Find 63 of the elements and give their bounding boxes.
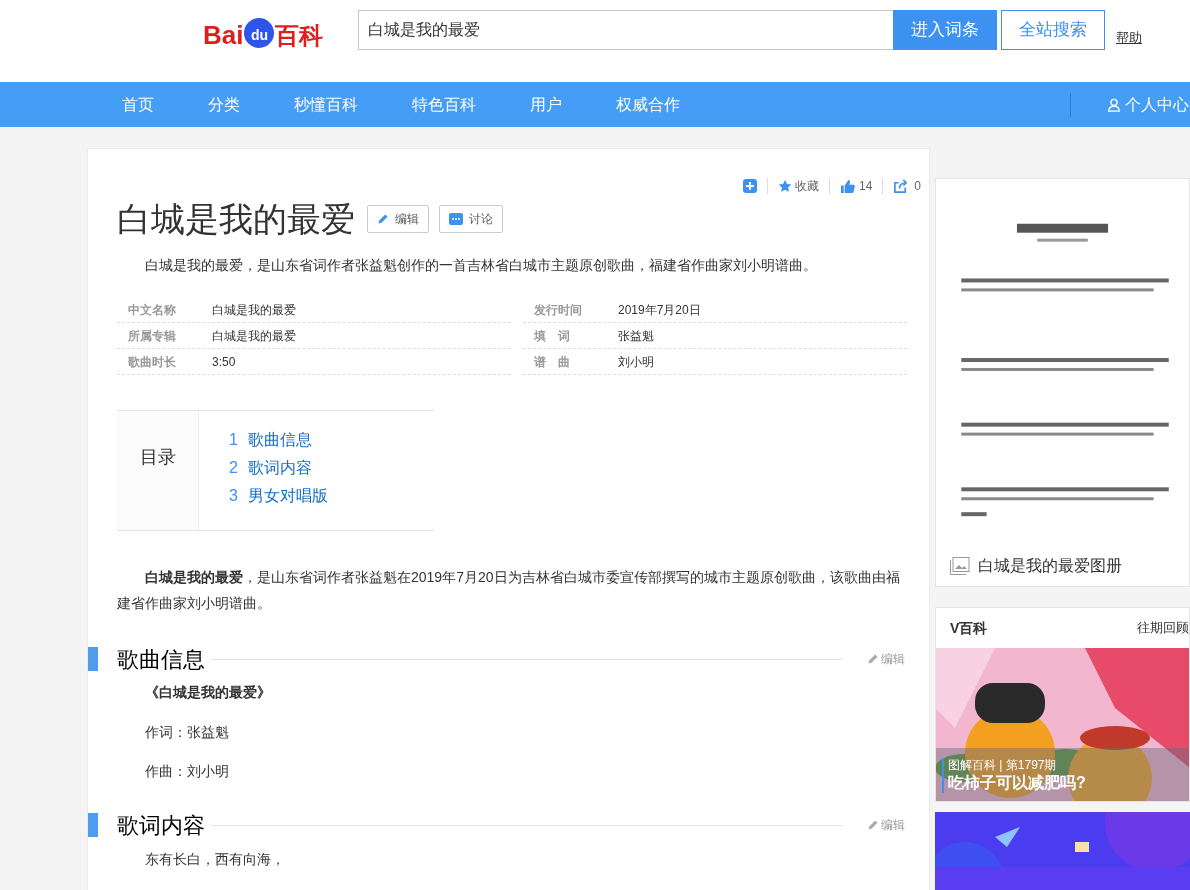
logo-text: 百科 bbox=[275, 24, 324, 48]
user-icon bbox=[1107, 97, 1121, 112]
card-title: V百科 bbox=[950, 618, 988, 638]
section-paragraph: 作曲：刘小明 bbox=[145, 762, 230, 781]
info-label: 发行时间 bbox=[533, 301, 583, 319]
discuss-button[interactable]: 讨论 bbox=[439, 205, 503, 233]
info-label: 中文名称 bbox=[127, 301, 177, 319]
info-value: 张益魁 bbox=[618, 327, 654, 345]
summary-text: 白城是我的最爱，是山东省词作者张益魁创作的一首吉林省白城市主题原创歌曲，福建省作曲家刘小明谱曲。 bbox=[144, 256, 818, 275]
feature-tag: 图解百科 | 第1797期 bbox=[948, 758, 1086, 773]
album-card[interactable]: 白城是我的最爱图册 bbox=[935, 178, 1190, 587]
pencil-icon bbox=[867, 819, 879, 831]
section-edit-link[interactable]: 编辑 bbox=[867, 816, 905, 834]
info-value: 3:50 bbox=[212, 353, 236, 371]
section-heading: 歌曲信息 bbox=[117, 645, 205, 674]
section-heading: 歌词内容 bbox=[117, 811, 205, 840]
share-icon bbox=[893, 178, 909, 194]
info-label: 所属专辑 bbox=[127, 327, 177, 345]
site-search-button[interactable]: 全站搜索 bbox=[1001, 10, 1105, 50]
article-title: 白城是我的最爱 bbox=[117, 199, 355, 240]
gallery-icon bbox=[950, 557, 970, 575]
info-label: 填 词 bbox=[532, 327, 571, 345]
intro-paragraph: 白城是我的最爱，是山东省词作者张益魁在2019年7月20日为吉林省白城市委宣传部撰写的城市主题原创歌曲，该歌曲由福建省作曲家刘小明谱曲。 bbox=[117, 568, 901, 613]
edit-button[interactable]: 编辑 bbox=[367, 205, 429, 233]
nav-item[interactable]: 权威合作 bbox=[616, 92, 680, 117]
favorite-button[interactable]: 收藏 bbox=[777, 177, 819, 195]
album-caption: 白城是我的最爱图册 bbox=[978, 556, 1122, 576]
info-value: 白城是我的最爱 bbox=[212, 327, 296, 345]
pencil-icon bbox=[867, 653, 879, 665]
nav-item[interactable]: 特色百科 bbox=[412, 92, 476, 117]
nav-item[interactable]: 分类 bbox=[208, 92, 240, 117]
logo-text: Bai bbox=[203, 22, 244, 48]
star-icon bbox=[777, 179, 792, 193]
section-edit-link[interactable]: 编辑 bbox=[867, 650, 905, 668]
chat-icon bbox=[449, 213, 463, 225]
section-paragraph: 《白城是我的最爱》 bbox=[145, 684, 272, 702]
nav-item[interactable]: 用户 bbox=[530, 92, 562, 117]
toc-link[interactable]: 3 男女对唱版 bbox=[229, 485, 328, 507]
info-label: 歌曲时长 bbox=[127, 353, 177, 371]
search-field[interactable]: 白城是我的最爱 bbox=[358, 10, 893, 50]
enter-entry-button[interactable]: 进入词条 bbox=[893, 10, 997, 50]
thumbs-up-icon bbox=[839, 178, 855, 194]
info-value: 白城是我的最爱 bbox=[212, 301, 296, 319]
toc-heading: 目录 bbox=[139, 446, 176, 469]
section-paragraph: 东有长白，西有向海， bbox=[145, 850, 286, 869]
toc-link[interactable]: 2 歌词内容 bbox=[229, 457, 328, 479]
like-button[interactable]: 14 bbox=[839, 177, 873, 195]
section-paragraph: 作词：张益魁 bbox=[145, 723, 230, 742]
info-value: 刘小明 bbox=[618, 353, 654, 371]
info-value: 2019年7月20日 bbox=[618, 301, 701, 319]
info-label: 谱 曲 bbox=[533, 353, 571, 371]
archive-link[interactable]: 往期回顾 bbox=[1137, 618, 1189, 638]
section-marker bbox=[88, 813, 98, 837]
logo-badge: du bbox=[244, 18, 275, 48]
toc-link[interactable]: 1 歌曲信息 bbox=[229, 429, 328, 451]
add-icon[interactable] bbox=[742, 179, 757, 193]
share-button[interactable]: 0 bbox=[893, 177, 921, 195]
nav-item[interactable]: 首页 bbox=[122, 92, 154, 117]
nav-item[interactable]: 秒懂百科 bbox=[294, 92, 358, 117]
user-center-link[interactable]: 个人中心 bbox=[1107, 92, 1189, 117]
section-marker bbox=[88, 647, 98, 671]
help-link[interactable]: 帮助 bbox=[1116, 28, 1142, 50]
pencil-icon bbox=[377, 213, 389, 225]
